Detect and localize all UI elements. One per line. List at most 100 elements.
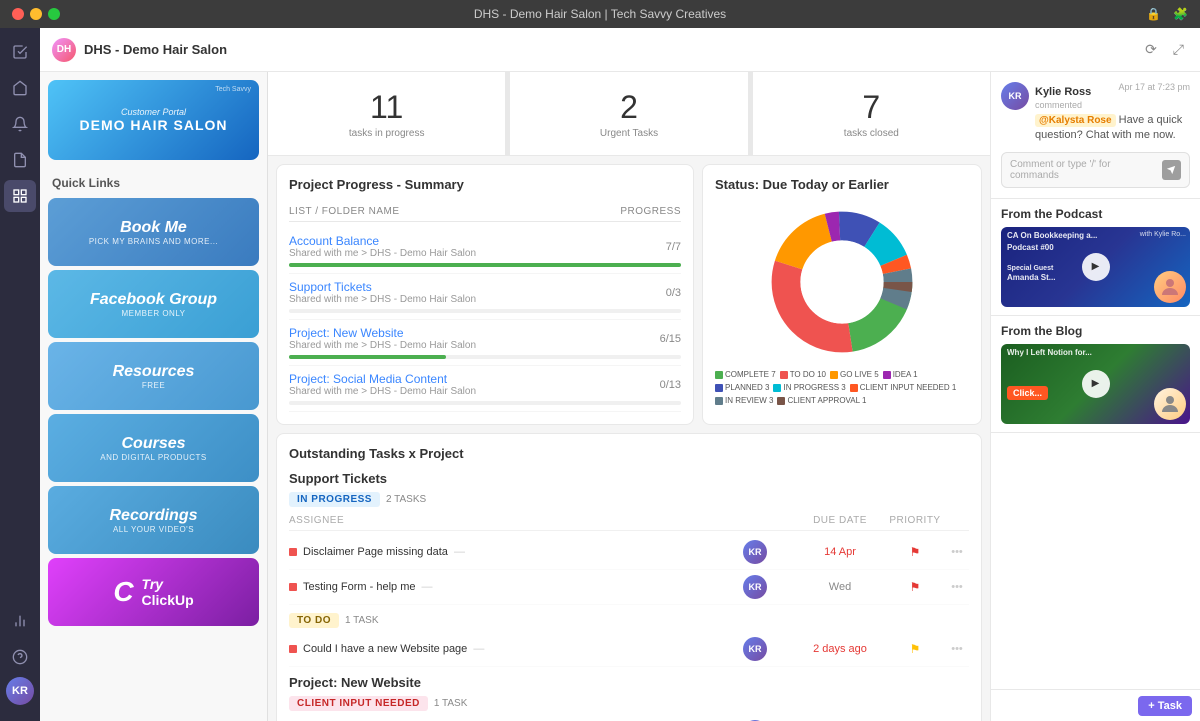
task-actions-testing-form[interactable]: •••	[945, 581, 969, 593]
blog-play-button[interactable]: ▶	[1082, 370, 1110, 398]
bottom-bar: + Task	[991, 689, 1200, 721]
legend-golive-dot	[830, 371, 838, 379]
sidebar-item-notifications[interactable]	[4, 108, 36, 140]
task-status-in-progress: IN PROGRESS 2 TASKS ASSIGNEE DUE DATE PR…	[289, 492, 969, 605]
quick-link-recordings-sub: ALL YOUR VIDEO'S	[113, 525, 194, 534]
task-row-testing-form: Testing Form - help me — KR Wed ⚑ •••	[289, 570, 969, 605]
task-name-disclaimer[interactable]: Disclaimer Page missing data —	[303, 546, 715, 558]
quick-link-book-me-label: Book Me	[120, 219, 187, 237]
clickup-logo-icon: C	[113, 576, 133, 608]
quick-link-clickup[interactable]: C Try ClickUp	[48, 558, 259, 626]
workspace-avatar: DH	[52, 38, 76, 62]
progress-bar-new-website	[289, 355, 681, 359]
task-count-in-progress: 2 TASKS	[386, 494, 426, 505]
progress-row-new-website: Project: New Website Shared with me > DH…	[289, 320, 681, 366]
task-priority-testing-form: ⚑	[885, 580, 945, 594]
banner-title: DEMO HAIR SALON	[80, 117, 228, 133]
chat-input[interactable]: Comment or type '/' for commands	[1001, 152, 1190, 188]
blog-thumbnail[interactable]: Why I Left Notion for... Click... ▶	[1001, 344, 1190, 424]
task-status-header-todo: TO DO 1 TASK	[289, 613, 969, 628]
avatar-kr-website-page: KR	[743, 637, 767, 661]
quick-link-resources[interactable]: Resources FREE	[48, 342, 259, 410]
legend-planned-label: PLANNED 3	[725, 383, 769, 392]
send-button[interactable]	[1162, 160, 1181, 180]
tasks-table-header: ASSIGNEE DUE DATE PRIORITY	[289, 511, 969, 531]
sidebar-item-analytics[interactable]	[4, 605, 36, 637]
window-icons: 🔒 🧩	[1146, 7, 1188, 21]
user-avatar[interactable]: KR	[6, 677, 34, 705]
blog-cta-text: Click...	[1007, 388, 1092, 400]
chat-text: @Kalysta Rose Have a quick question? Cha…	[1035, 113, 1190, 144]
th-priority: PRIORITY	[885, 515, 945, 526]
quick-link-recordings[interactable]: Recordings ALL YOUR VIDEO'S	[48, 486, 259, 554]
progress-sub-new-website: Shared with me > DHS - Demo Hair Salon	[289, 340, 476, 351]
task-actions-disclaimer[interactable]: •••	[945, 546, 969, 558]
sidebar-item-home[interactable]	[4, 72, 36, 104]
progress-row-social-media: Project: Social Media Content Shared wit…	[289, 366, 681, 412]
chat-area: KR Kylie Ross commented Apr 17 at 7:23 p…	[991, 72, 1200, 199]
task-name-website-page[interactable]: Could I have a new Website page —	[303, 643, 715, 655]
chat-mention: @Kalysta Rose	[1035, 114, 1116, 127]
task-actions-website-page[interactable]: •••	[945, 643, 969, 655]
extensions-icon: 🧩	[1173, 7, 1188, 21]
minimize-button[interactable]	[30, 8, 42, 20]
avatar-kr-testing-form: KR	[743, 575, 767, 599]
legend-inprogress-dot	[773, 384, 781, 392]
legend-clientinput-label: CLIENT INPUT NEEDED 1	[860, 383, 957, 392]
task-status-todo: TO DO 1 TASK Could I have a new Website …	[289, 613, 969, 667]
stat-tasks-closed-label: tasks closed	[769, 128, 974, 139]
progress-name-new-website[interactable]: Project: New Website	[289, 326, 476, 340]
main-content: 11 tasks in progress 2 Urgent Tasks 7 ta…	[268, 72, 990, 721]
sidebar-item-checklist[interactable]	[4, 36, 36, 68]
sidebar-item-docs[interactable]	[4, 144, 36, 176]
quick-link-courses-label: Courses	[121, 435, 185, 453]
progress-bar-fill	[289, 263, 681, 267]
progress-sub-social-media: Shared with me > DHS - Demo Hair Salon	[289, 386, 476, 397]
task-name-testing-form[interactable]: Testing Form - help me —	[303, 581, 715, 593]
sidebar-left: KR	[0, 28, 40, 721]
sidebar-item-help[interactable]	[4, 641, 36, 673]
progress-name-support-tickets[interactable]: Support Tickets	[289, 280, 476, 294]
badge-in-progress: IN PROGRESS	[289, 492, 380, 507]
badge-client-input: CLIENT INPUT NEEDED	[289, 696, 428, 711]
add-task-button[interactable]: + Task	[1138, 696, 1192, 716]
flag-yellow-icon: ⚑	[910, 642, 921, 656]
legend-inprogress: IN PROGRESS 3	[773, 383, 845, 392]
legend-planned: PLANNED 3	[715, 383, 769, 392]
task-due-disclaimer: 14 Apr	[795, 546, 885, 558]
content-sidebar: Tech Savvy Customer Portal DEMO HAIR SAL…	[40, 72, 268, 721]
podcast-play-button[interactable]: ▶	[1082, 253, 1110, 281]
chat-message: KR Kylie Ross commented Apr 17 at 7:23 p…	[1001, 82, 1190, 144]
legend-clientapproval-label: CLIENT APPROVAL 1	[787, 396, 866, 405]
task-priority-disclaimer: ⚑	[885, 545, 945, 559]
chat-avatar: KR	[1001, 82, 1029, 110]
task-assignee-disclaimer: KR	[715, 540, 795, 564]
progress-name-account-balance[interactable]: Account Balance	[289, 234, 476, 248]
blog-cta-button[interactable]: Click...	[1007, 386, 1048, 400]
maximize-button[interactable]	[48, 8, 60, 20]
banner-subtitle: Customer Portal	[121, 107, 186, 117]
legend-complete-label: COMPLETE 7	[725, 370, 776, 379]
podcast-num: Podcast #00	[1007, 243, 1097, 253]
banner-area: Tech Savvy Customer Portal DEMO HAIR SAL…	[40, 72, 267, 168]
blog-person-avatar	[1154, 388, 1186, 420]
quick-link-facebook[interactable]: Facebook Group MEMBER ONLY	[48, 270, 259, 338]
expand-icon[interactable]: ⤢	[1169, 37, 1188, 62]
task-row-website-page: Could I have a new Website page — KR 2 d…	[289, 632, 969, 667]
clickup-brand-label: ClickUp	[142, 592, 194, 608]
refresh-icon[interactable]: ⟳	[1141, 37, 1161, 62]
sidebar-item-dashboard[interactable]	[4, 180, 36, 212]
progress-row-support-tickets: Support Tickets Shared with me > DHS - D…	[289, 274, 681, 320]
close-button[interactable]	[12, 8, 24, 20]
progress-bar-account-balance	[289, 263, 681, 267]
stats-row: 11 tasks in progress 2 Urgent Tasks 7 ta…	[268, 72, 990, 156]
progress-sub-account-balance: Shared with me > DHS - Demo Hair Salon	[289, 248, 476, 259]
podcast-thumbnail[interactable]: CA On Bookkeeping a... Podcast #00 Speci…	[1001, 227, 1190, 307]
quick-links-header: Quick Links	[40, 168, 267, 194]
quick-link-courses[interactable]: Courses AND DIGITAL PRODUCTS	[48, 414, 259, 482]
quick-link-book-me[interactable]: Book Me PICK MY BRAINS AND MORE...	[48, 198, 259, 266]
quick-link-facebook-sub: MEMBER ONLY	[121, 309, 185, 318]
progress-name-social-media[interactable]: Project: Social Media Content	[289, 372, 476, 386]
stat-tasks-in-progress-number: 11	[284, 88, 489, 126]
task-status-client-input: CLIENT INPUT NEEDED 1 TASK Decide Theme …	[289, 696, 969, 721]
